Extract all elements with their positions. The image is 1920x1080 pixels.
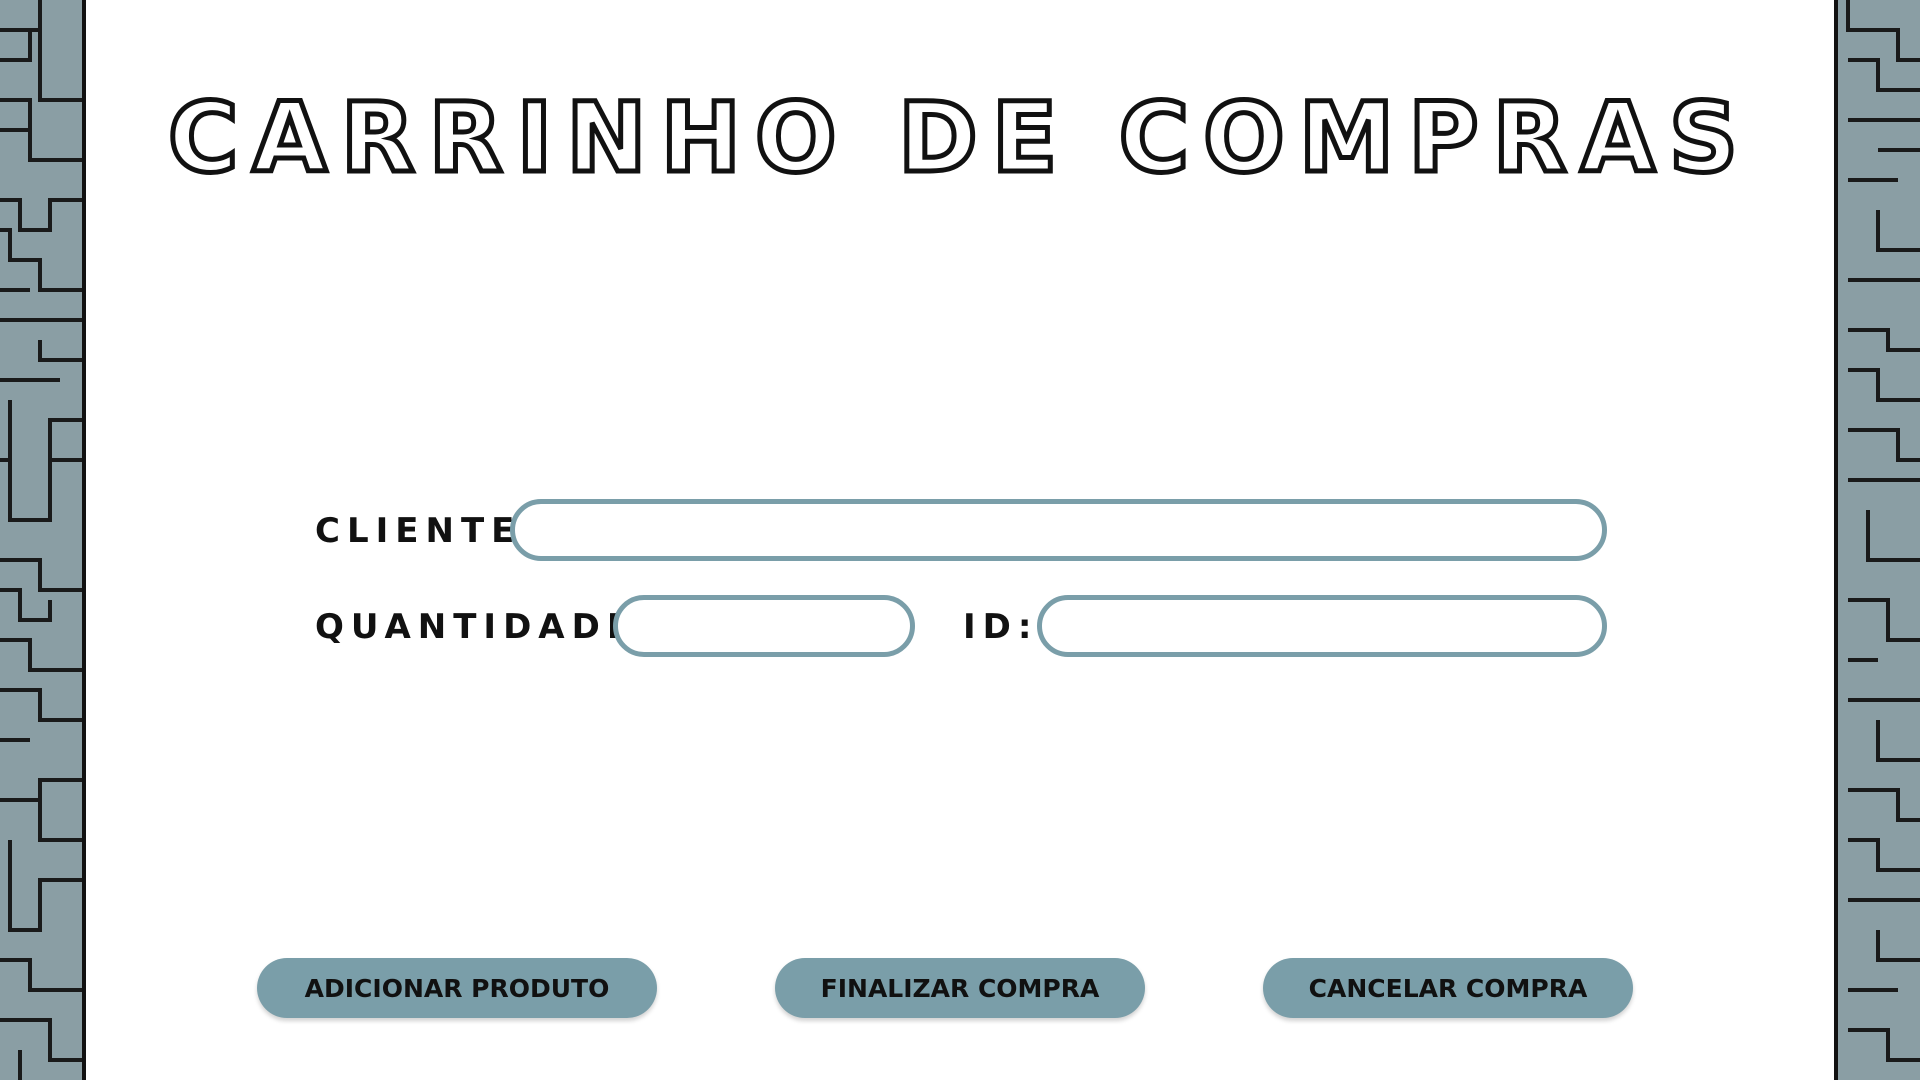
shopping-cart-screen: CARRINHO DE COMPRAS CLIENTE: QUANTIDADE:… [0,0,1920,1080]
id-input[interactable] [1037,595,1607,657]
cliente-label: CLIENTE: [315,511,542,551]
id-label: ID: [963,607,1039,647]
page-title: CARRINHO DE COMPRAS [165,80,1753,197]
cliente-input[interactable] [510,499,1607,561]
quantidade-label: QUANTIDADE: [315,607,658,647]
cancel-purchase-button[interactable]: CANCELAR COMPRA [1263,958,1633,1018]
finish-purchase-button[interactable]: FINALIZAR COMPRA [775,958,1145,1018]
quantidade-input[interactable] [613,595,915,657]
add-product-button[interactable]: ADICIONAR PRODUTO [257,958,657,1018]
